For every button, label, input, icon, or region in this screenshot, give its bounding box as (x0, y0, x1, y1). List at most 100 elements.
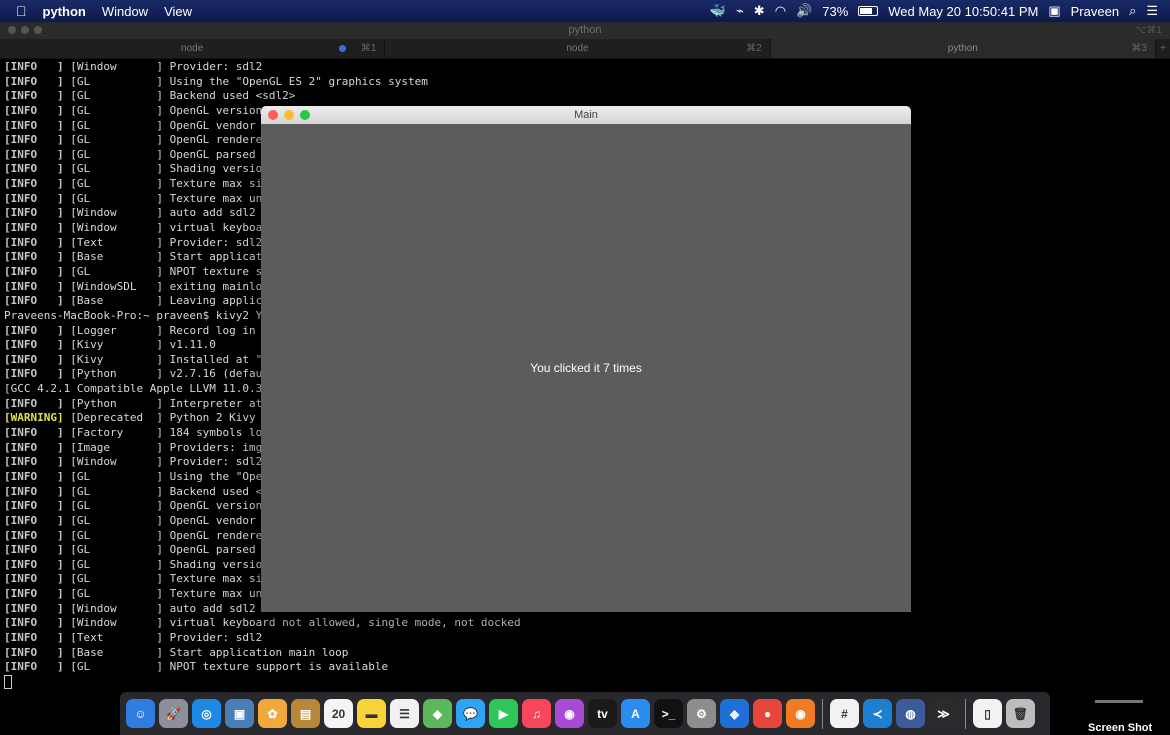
menu-window[interactable]: Window (102, 4, 148, 19)
log-level: [INFO ] (4, 499, 71, 513)
log-text: [GL ] OpenGL parsed v (70, 543, 269, 557)
vscode-icon[interactable]: ≺ (863, 699, 892, 728)
log-text: [GL ] Using the "Open (70, 469, 269, 483)
log-level: [INFO ] (4, 440, 71, 454)
tab-label: python (947, 43, 978, 54)
firefox-icon[interactable]: ◉ (786, 699, 815, 728)
log-text: [Kivy ] Installed at "/ (70, 352, 269, 366)
chrome-icon[interactable]: ● (753, 699, 782, 728)
zoom-button[interactable] (34, 26, 42, 34)
notes-book-icon[interactable]: ▤ (291, 699, 320, 728)
main-window-titlebar[interactable]: Main (261, 106, 911, 124)
log-text: [GL ] Texture max uni (70, 587, 269, 601)
log-text: [GL ] OpenGL renderer (70, 528, 269, 542)
volume-icon[interactable]: 🔊 (796, 3, 812, 19)
log-level: [INFO ] (4, 587, 71, 601)
notification-center-icon[interactable]: ☰ (1146, 3, 1158, 19)
facetime-icon[interactable]: ▶ (489, 699, 518, 728)
minimize-button[interactable] (21, 26, 29, 34)
log-text: [GL ] Shading version (70, 162, 269, 176)
log-level: [INFO ] (4, 616, 71, 630)
screenshot-label[interactable]: Screen Shot (1088, 722, 1152, 734)
sourcetree-icon[interactable]: ◈ (720, 699, 749, 728)
log-text: [Window ] Provider: sdl2 (70, 455, 263, 469)
photos-icon[interactable]: ✿ (258, 699, 287, 728)
log-text: [GL ] OpenGL renderer (70, 133, 269, 147)
spotlight-icon[interactable]: ⌕ (1129, 3, 1136, 19)
music-icon[interactable]: ♫ (522, 699, 551, 728)
kivy-icon[interactable]: ≫ (929, 699, 958, 728)
log-level: [INFO ] (4, 221, 71, 235)
docker-icon[interactable]: 🐳 (710, 3, 726, 19)
battery-percent[interactable]: 73% (822, 4, 848, 19)
log-text: [GL ] OpenGL version (70, 103, 263, 117)
menu-bar:  python Window View 🐳 ⌁ ✱ ◠ 🔊 73% Wed M… (0, 0, 1170, 22)
menu-view[interactable]: View (164, 4, 192, 19)
log-text: [Base ] Start applicati (70, 250, 269, 264)
maps-icon[interactable]: ◆ (423, 699, 452, 728)
close-button[interactable] (268, 110, 278, 120)
keyboard-icon[interactable]: ▣ (1048, 3, 1060, 19)
tab-python[interactable]: python ⌘3 (770, 39, 1156, 58)
tab-bar: node ⌘1 node ⌘2 python ⌘3 + (0, 39, 1170, 59)
terminal-line: [INFO ] [Base ] Start application main l… (4, 646, 1164, 661)
new-tab-button[interactable]: + (1156, 39, 1170, 58)
log-text: [Window ] auto add sdl2 i (70, 601, 269, 615)
log-text: [GL ] OpenGL vendor (70, 118, 256, 132)
messages-icon[interactable]: 💬 (456, 699, 485, 728)
log-level: [INFO ] (4, 279, 71, 293)
log-level: [INFO ] (4, 513, 71, 527)
tool-icon[interactable]: ⌁ (736, 3, 744, 19)
tableplus-icon[interactable]: ◍ (896, 699, 925, 728)
log-level: [INFO ] (4, 396, 71, 410)
calendar-icon[interactable]: 20 (324, 699, 353, 728)
minimize-button[interactable] (284, 110, 294, 120)
log-text: [Text ] Provider: sdl2 (70, 630, 263, 644)
terminal-titlebar: python ⌥⌘1 (0, 22, 1170, 39)
screenshot-thumbnail[interactable] (1095, 700, 1143, 703)
log-text: [GL ] Texture max siz (70, 572, 269, 586)
kivy-main-window[interactable]: Main You clicked it 7 times (261, 106, 911, 612)
log-text: [GL ] NPOT texture su (70, 264, 269, 278)
preview-icon[interactable]: ▣ (225, 699, 254, 728)
log-level: [INFO ] (4, 572, 71, 586)
log-text: [GL ] OpenGL vendor (70, 513, 256, 527)
slack-icon[interactable]: # (830, 699, 859, 728)
terminal-line: [INFO ] [GL ] NPOT texture support is av… (4, 660, 1164, 675)
log-text: [GCC 4.2.1 Compatible Apple LLVM 11.0.3 (4, 382, 263, 396)
battery-icon[interactable] (858, 6, 879, 16)
log-level: [INFO ] (4, 147, 71, 161)
menu-app-name[interactable]: python (43, 4, 86, 19)
terminal-line: [INFO ] [Text ] Provider: sdl2 (4, 631, 1164, 646)
log-text: [WindowSDL ] exiting mainloo (70, 279, 269, 293)
log-text: [Window ] virtual keyboar (70, 221, 269, 235)
terminal-icon[interactable]: >_ (654, 699, 683, 728)
podcasts-icon[interactable]: ◉ (555, 699, 584, 728)
tab-node-1[interactable]: node ⌘1 (0, 39, 386, 58)
system-preferences-icon[interactable]: ⚙ (687, 699, 716, 728)
tv-icon[interactable]: tv (588, 699, 617, 728)
close-button[interactable] (8, 26, 16, 34)
trash-icon[interactable]: 🗑 (1006, 699, 1035, 728)
datetime[interactable]: Wed May 20 10:50:41 PM (888, 4, 1038, 19)
wifi-icon[interactable]: ◠ (775, 3, 786, 19)
log-text: [Base ] Leaving applica (70, 294, 269, 308)
safari-icon[interactable]: ◎ (192, 699, 221, 728)
stickies-icon[interactable]: ▬ (357, 699, 386, 728)
user-name[interactable]: Praveen (1071, 4, 1119, 19)
log-level: [INFO ] (4, 206, 71, 220)
log-text: [GL ] Backend used <s (70, 484, 269, 498)
document-icon[interactable]: ▯ (973, 699, 1002, 728)
reminders-icon[interactable]: ☰ (390, 699, 419, 728)
zoom-button[interactable] (300, 110, 310, 120)
finder-icon[interactable]: ☺ (126, 699, 155, 728)
launchpad-icon[interactable]: 🚀 (159, 699, 188, 728)
prompt-line[interactable] (4, 674, 1164, 690)
log-level: [INFO ] (4, 60, 71, 73)
apple-menu-icon[interactable]:  (16, 3, 27, 19)
app-store-icon[interactable]: A (621, 699, 650, 728)
activity-dot-icon (339, 45, 347, 52)
log-text: [GL ] OpenGL parsed v (70, 147, 269, 161)
tab-node-2[interactable]: node ⌘2 (385, 39, 771, 58)
bluetooth-icon[interactable]: ✱ (754, 3, 765, 19)
